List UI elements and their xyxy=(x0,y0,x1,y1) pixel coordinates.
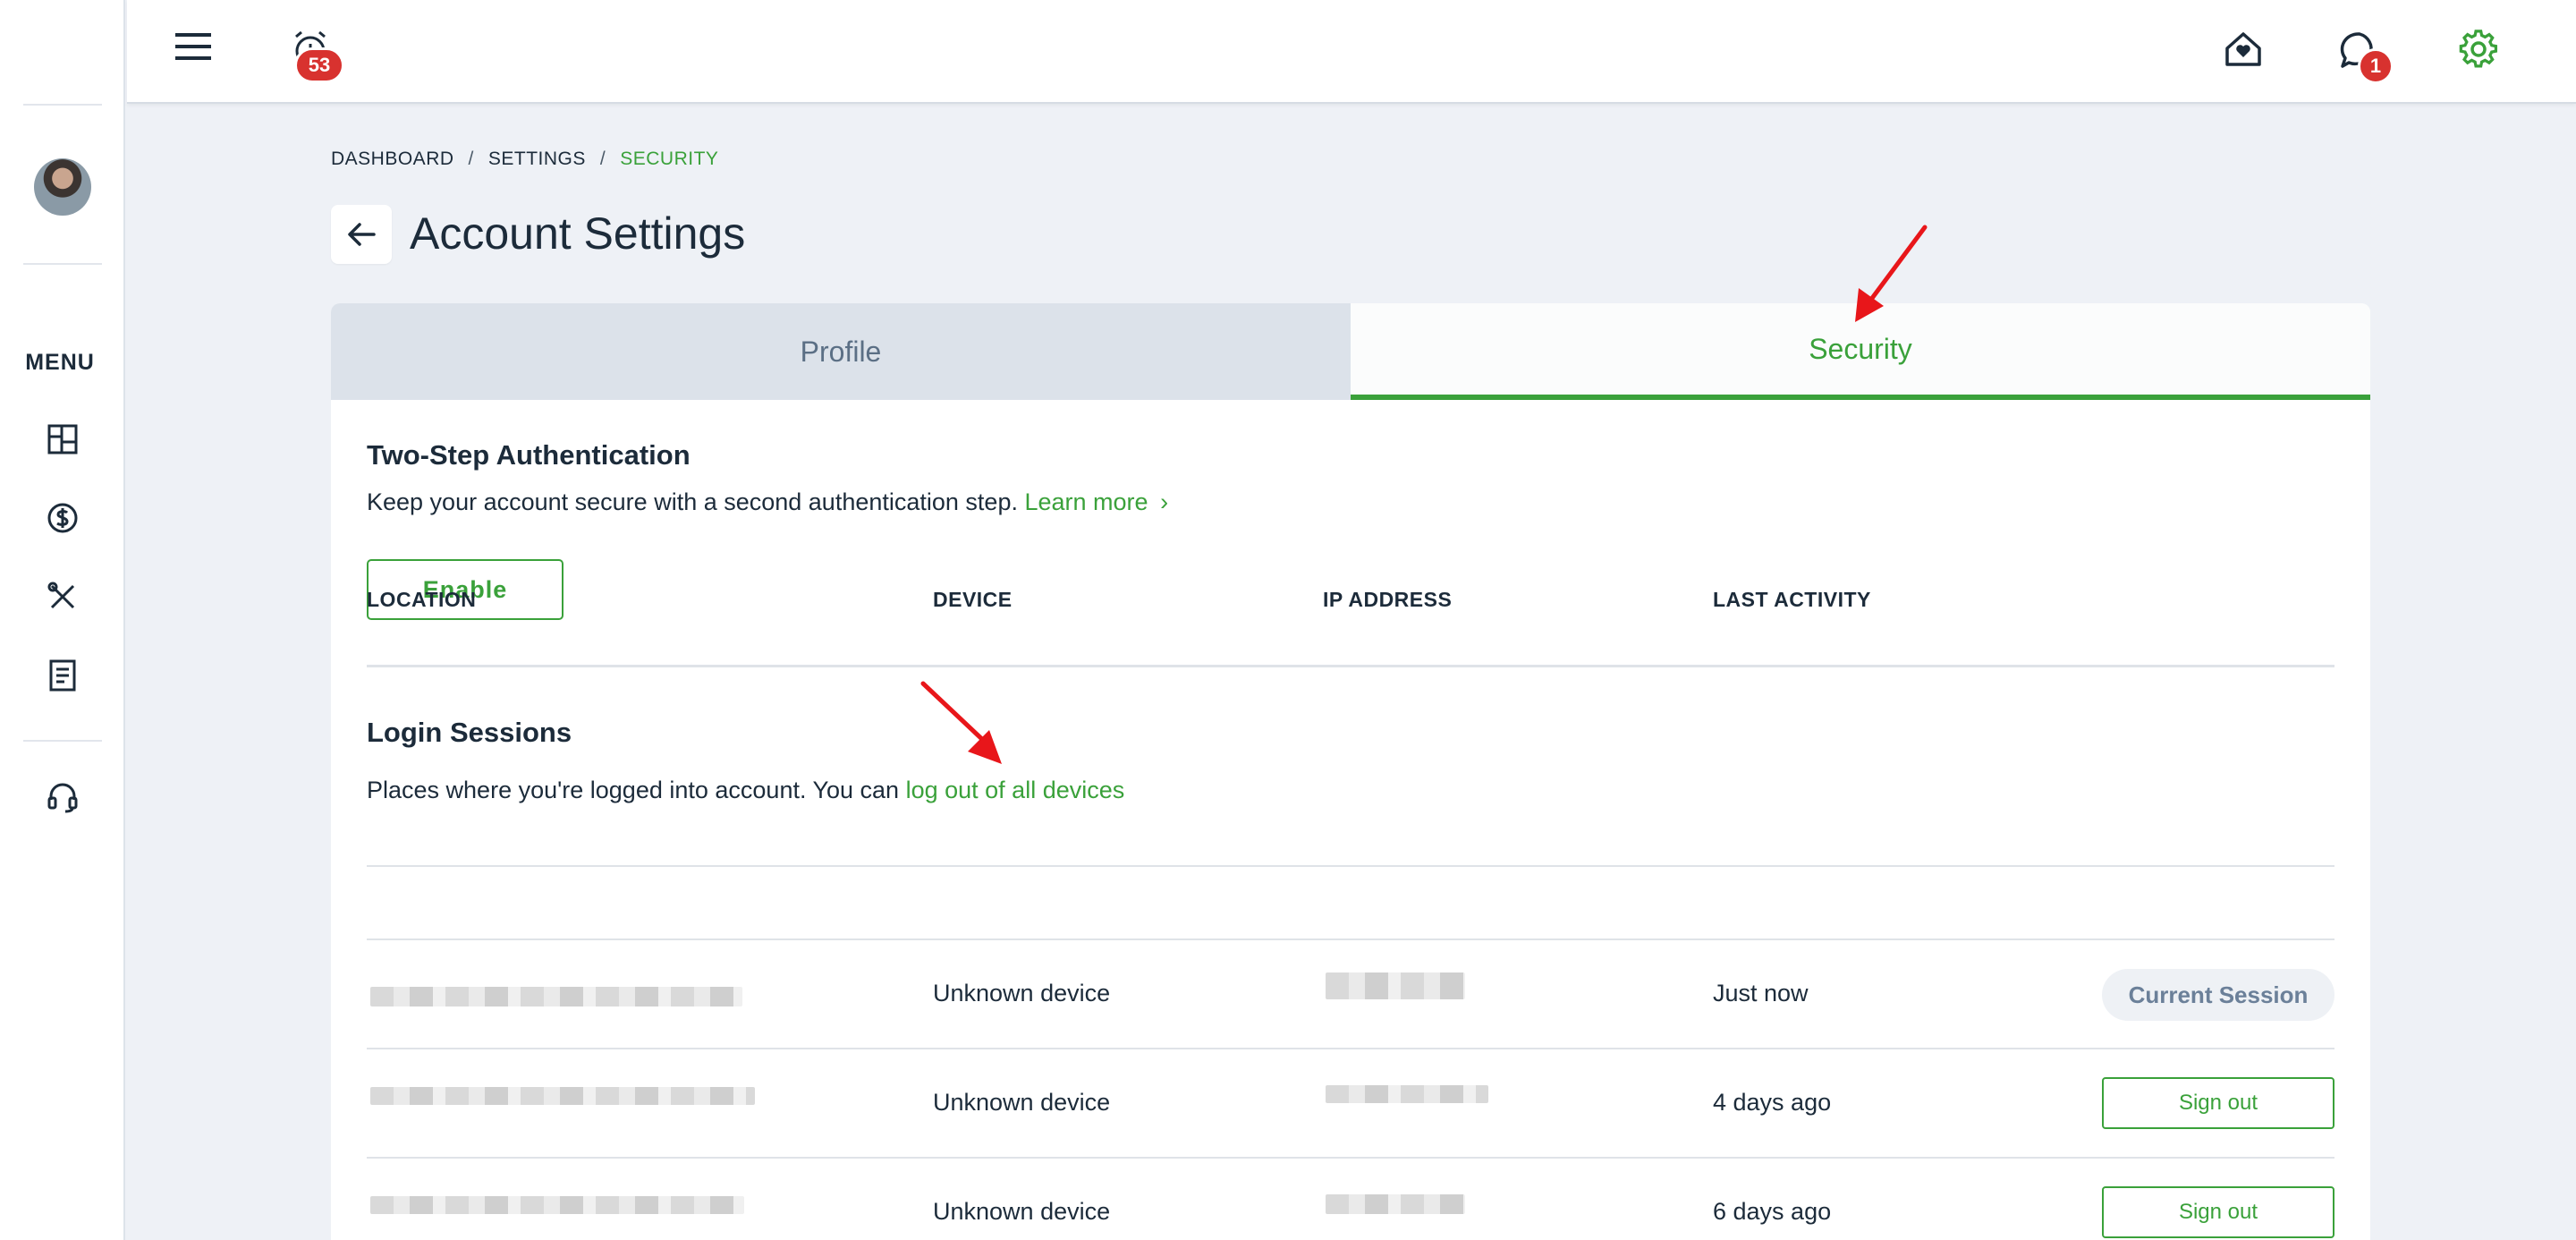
last-activity-cell: Just now xyxy=(1713,980,1809,1006)
alarm-count-badge: 53 xyxy=(294,47,344,83)
hamburger-menu-icon[interactable] xyxy=(174,27,213,66)
table-top-border xyxy=(367,865,2334,867)
page-title: Account Settings xyxy=(410,208,746,259)
top-bar: 53 1 xyxy=(127,0,2576,104)
login-sessions-title: Login Sessions xyxy=(367,717,572,748)
home-heart-icon[interactable] xyxy=(2220,27,2267,72)
menu-label: MENU xyxy=(25,350,95,375)
breadcrumb-separator: / xyxy=(468,149,474,169)
redacted-location xyxy=(370,987,742,1006)
document-icon[interactable] xyxy=(45,658,80,693)
row-divider xyxy=(367,1048,2334,1049)
breadcrumb: DASHBOARD / SETTINGS / SECURITY xyxy=(331,149,718,170)
breadcrumb-security: SECURITY xyxy=(620,149,719,169)
settings-card: Profile Security Two-Step Authentication… xyxy=(331,303,2370,1240)
row-divider xyxy=(367,1157,2334,1159)
sign-out-button[interactable]: Sign out xyxy=(2102,1077,2334,1129)
logout-all-devices-link[interactable]: log out of all devices xyxy=(906,777,1125,803)
sidebar-divider xyxy=(23,104,102,106)
last-activity-cell: 4 days ago xyxy=(1713,1089,1832,1116)
column-header-device: DEVICE xyxy=(933,588,1013,611)
sign-out-button[interactable]: Sign out xyxy=(2102,1186,2334,1238)
tab-profile[interactable]: Profile xyxy=(331,303,1351,400)
two-step-title: Two-Step Authentication xyxy=(367,439,691,471)
table-header-border xyxy=(367,938,2334,940)
redacted-location xyxy=(370,1196,744,1214)
avatar[interactable] xyxy=(34,158,91,216)
redacted-location xyxy=(370,1087,755,1105)
device-cell: Unknown device xyxy=(933,1198,1111,1225)
arrow-left-icon xyxy=(348,223,376,246)
section-divider xyxy=(367,665,2334,667)
settings-gear-icon[interactable] xyxy=(2456,27,2501,72)
column-header-ip-address: IP ADDRESS xyxy=(1323,588,1453,611)
current-session-badge: Current Session xyxy=(2102,969,2334,1021)
redacted-ip xyxy=(1326,1194,1465,1214)
breadcrumb-settings[interactable]: SETTINGS xyxy=(488,149,586,170)
redacted-ip xyxy=(1326,972,1465,999)
chat-count-badge: 1 xyxy=(2358,48,2394,84)
redacted-ip xyxy=(1326,1085,1488,1103)
sidebar-divider xyxy=(23,263,102,265)
last-activity-cell: 6 days ago xyxy=(1713,1198,1832,1225)
tools-icon[interactable] xyxy=(45,579,80,615)
device-cell: Unknown device xyxy=(933,1089,1111,1116)
login-sessions-description-text: Places where you're logged into account.… xyxy=(367,777,900,803)
dollar-icon[interactable] xyxy=(45,500,80,536)
chevron-right-icon: › xyxy=(1160,488,1169,515)
device-cell: Unknown device xyxy=(933,980,1111,1006)
column-header-location: LOCATION xyxy=(367,588,477,611)
column-header-last-activity: LAST ACTIVITY xyxy=(1713,588,1871,611)
headset-icon[interactable] xyxy=(45,779,80,815)
login-sessions-description: Places where you're logged into account.… xyxy=(367,777,1124,804)
breadcrumb-dashboard[interactable]: DASHBOARD xyxy=(331,149,454,170)
two-step-description-text: Keep your account secure with a second a… xyxy=(367,488,1018,515)
back-button[interactable] xyxy=(331,205,392,264)
tab-security[interactable]: Security xyxy=(1351,303,2370,400)
sidebar-divider xyxy=(23,740,102,742)
learn-more-link[interactable]: Learn more xyxy=(1024,488,1148,515)
sidebar: MENU xyxy=(0,0,125,1240)
breadcrumb-separator: / xyxy=(599,149,606,169)
tab-bar: Profile Security xyxy=(331,303,2370,400)
two-step-description: Keep your account secure with a second a… xyxy=(367,488,1168,516)
dashboard-icon[interactable] xyxy=(45,421,80,457)
